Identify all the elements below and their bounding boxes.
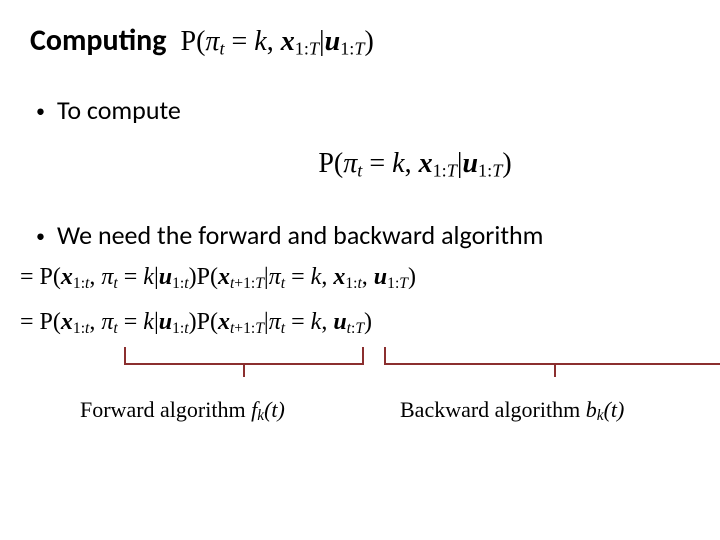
slide: Computing P(πt = k, x1:T|u1:T) • To comp… xyxy=(0,0,720,540)
backward-label-text: Backward algorithm xyxy=(400,397,586,422)
underbrace-stem xyxy=(554,363,556,377)
bullet-2-text: We need the forward and backward algorit… xyxy=(57,219,543,251)
bullet-1-text: To compute xyxy=(57,94,181,126)
forward-label: Forward algorithm fk(t) xyxy=(80,397,390,425)
underbraces xyxy=(46,347,690,373)
bracket-labels: Forward algorithm fk(t) Backward algorit… xyxy=(80,397,690,425)
title-word: Computing xyxy=(30,22,167,59)
bullet-2: • We need the forward and backward algor… xyxy=(36,219,690,251)
backward-symbol: b xyxy=(586,397,597,422)
title-formula: P(πt = k, x1:T|u1:T) xyxy=(181,26,374,60)
forward-arg: (t) xyxy=(264,397,285,422)
center-formula: P(πt = k, x1:T|u1:T) xyxy=(140,148,690,182)
equation-line-2: = P(x1:t, πt = k|u1:t)P(xt+1:T|πt = k, u… xyxy=(20,304,690,341)
forward-label-text: Forward algorithm xyxy=(80,397,251,422)
backward-subscript: k xyxy=(597,408,604,425)
bullet-1: • To compute xyxy=(36,94,690,126)
underbrace-right xyxy=(384,347,720,365)
bullet-dot-icon: • xyxy=(36,227,45,245)
bullet-dot-icon: • xyxy=(36,102,45,120)
underbrace-left xyxy=(124,347,364,365)
underbrace-stem xyxy=(243,363,245,377)
backward-arg: (t) xyxy=(604,397,625,422)
equation-line-1: = P(x1:t, πt = k|u1:t)P(xt+1:T|πt = k, x… xyxy=(20,259,690,296)
equation-block: = P(x1:t, πt = k|u1:t)P(xt+1:T|πt = k, x… xyxy=(20,259,690,341)
title-row: Computing P(πt = k, x1:T|u1:T) xyxy=(30,22,690,60)
backward-label: Backward algorithm bk(t) xyxy=(400,397,624,425)
